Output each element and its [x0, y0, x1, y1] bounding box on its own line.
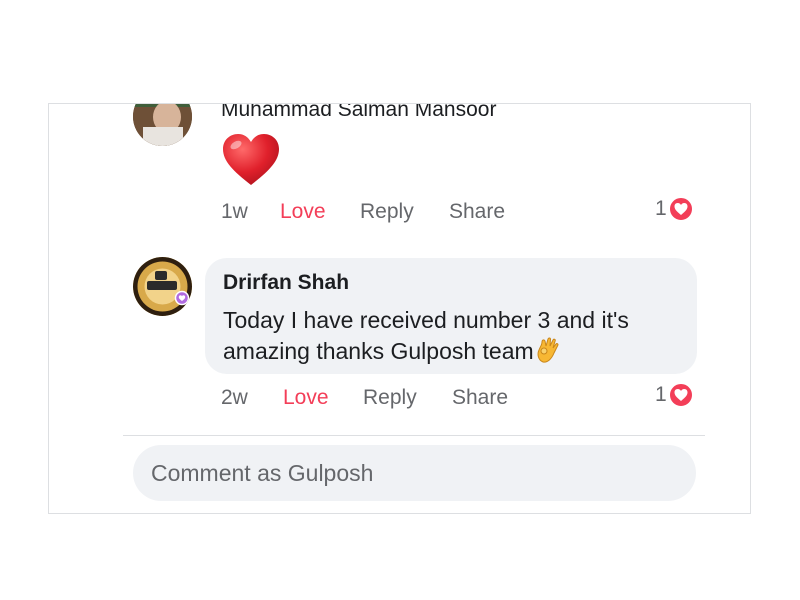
- divider: [123, 435, 705, 436]
- love-reaction-icon: [668, 382, 694, 408]
- comment-text: Today I have received number 3 and it's …: [223, 305, 683, 367]
- love-button[interactable]: Love: [283, 386, 329, 410]
- comment-author[interactable]: Drirfan Shah: [223, 271, 349, 295]
- reaction-count: 1: [655, 197, 667, 220]
- avatar[interactable]: [133, 257, 192, 316]
- comment-input-placeholder: Comment as Gulposh: [151, 460, 374, 486]
- reaction-count: 1: [655, 383, 667, 406]
- comment-text-body: Today I have received number 3 and it's …: [223, 307, 629, 364]
- avatar[interactable]: [133, 104, 192, 146]
- reply-button[interactable]: Reply: [360, 200, 414, 224]
- love-reaction-icon: [668, 196, 694, 222]
- share-button[interactable]: Share: [452, 386, 508, 410]
- reply-button[interactable]: Reply: [363, 386, 417, 410]
- comment-time[interactable]: 2w: [221, 386, 248, 410]
- comments-panel: Muhammad Salman Mansoor 1w Love Reply Sh…: [48, 103, 751, 514]
- red-heart-icon: [223, 134, 279, 185]
- love-button[interactable]: Love: [280, 200, 326, 224]
- share-button[interactable]: Share: [449, 200, 505, 224]
- comment-bubble: Drirfan Shah Today I have received numbe…: [205, 258, 697, 374]
- comment-author[interactable]: Muhammad Salman Mansoor: [221, 104, 496, 122]
- profile-photo-icon: [133, 104, 192, 146]
- comment-input[interactable]: Comment as Gulposh: [133, 445, 696, 501]
- ok-hand-icon: [537, 337, 559, 363]
- comment-time[interactable]: 1w: [221, 200, 248, 224]
- profile-badge-icon: [133, 257, 192, 316]
